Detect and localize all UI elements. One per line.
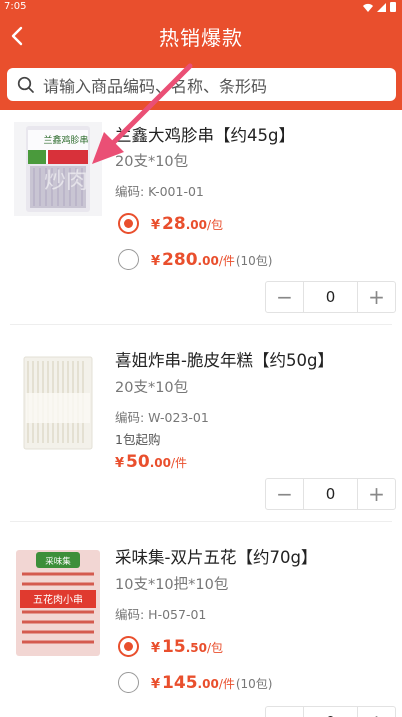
price-option-case[interactable]: ¥ 280 .00 /件 (10包) (118, 249, 273, 270)
price: ¥ 28 .00 /包 (151, 214, 223, 234)
product-card[interactable]: 兰鑫鸡胗串 炒肉 兰鑫大鸡胗串【约45g】 20支*10包 编码: K-001-… (0, 110, 402, 325)
price-currency: ¥ (151, 640, 161, 656)
price-decimal: .00 (149, 456, 171, 470)
price-decimal: .00 (185, 217, 207, 232)
price-integer: 15 (162, 636, 186, 657)
price-unit: /件 (218, 253, 235, 268)
price-option-case[interactable]: ¥ 145 .00 /件 (10包) (118, 672, 273, 693)
quantity-value[interactable]: 0 (304, 479, 357, 509)
price-integer: 28 (162, 213, 186, 234)
decrement-button[interactable]: − (266, 479, 304, 509)
search-bar-container: 请输入商品编码、名称、条形码 (0, 60, 402, 110)
minimum-order: 1包起购 (115, 432, 161, 447)
price-unit: /件 (218, 676, 235, 691)
quantity-value[interactable]: 0 (304, 707, 357, 717)
product-spec: 20支*10包 (115, 380, 189, 396)
status-bar: 7:05 (0, 0, 402, 14)
battery-icon (390, 2, 396, 12)
product-name[interactable]: 喜姐炸串-脆皮年糕【约50g】 (115, 347, 334, 371)
price-option-pack[interactable]: ¥ 15 .50 /包 (118, 636, 223, 657)
radio-selected[interactable] (118, 636, 139, 657)
search-icon (17, 76, 34, 93)
price: ¥ 15 .50 /包 (151, 637, 223, 657)
image-label: 五花肉小串 (33, 593, 83, 606)
price-currency: ¥ (151, 217, 161, 233)
quantity-stepper: − 0 + (265, 706, 396, 717)
app-header: 热销爆款 (0, 14, 402, 60)
image-brand: 采味集 (45, 556, 71, 567)
product-card[interactable]: 采味集 五花肉小串 采味集-双片五花【约70g】 10支*10把*10包 编码:… (0, 522, 402, 717)
radio-unselected[interactable] (118, 672, 139, 693)
price-pack-count: (10包) (235, 676, 273, 691)
search-placeholder: 请输入商品编码、名称、条形码 (43, 76, 268, 96)
product-image-chicken-gizzard[interactable]: 兰鑫鸡胗串 炒肉 (14, 122, 102, 216)
radio-unselected[interactable] (118, 249, 139, 270)
increment-button[interactable]: + (357, 282, 395, 312)
search-input[interactable]: 请输入商品编码、名称、条形码 (7, 68, 396, 101)
product-image-pork-belly[interactable]: 采味集 五花肉小串 (14, 544, 102, 662)
price-unit: /包 (206, 640, 224, 655)
price: ¥ 145 .00 /件 (10包) (151, 673, 273, 693)
product-code: 编码: W-023-01 (115, 410, 209, 425)
quantity-value[interactable]: 0 (304, 282, 357, 312)
increment-button[interactable]: + (357, 707, 395, 717)
quantity-stepper: − 0 + (265, 478, 396, 510)
product-card[interactable]: 喜姐炸串-脆皮年糕【约50g】 20支*10包 编码: W-023-01 1包起… (0, 325, 402, 522)
product-spec: 20支*10包 (115, 154, 189, 170)
price-option-pack[interactable]: ¥ 28 .00 /包 (118, 213, 223, 234)
price-decimal: .50 (185, 640, 207, 655)
price-currency: ¥ (115, 456, 125, 471)
product-code: 编码: K-001-01 (115, 184, 204, 199)
product-name[interactable]: 兰鑫大鸡胗串【约45g】 (115, 122, 295, 146)
price-unit: /包 (206, 217, 224, 232)
price-currency: ¥ (151, 253, 161, 269)
increment-button[interactable]: + (357, 479, 395, 509)
wifi-icon (363, 3, 373, 12)
status-time: 7:05 (4, 1, 27, 12)
price-integer: 50 (126, 452, 150, 472)
price-decimal: .00 (197, 676, 219, 691)
price: ¥ 50 .00 /件 (115, 452, 187, 472)
price-integer: 145 (162, 672, 198, 693)
image-label: 兰鑫鸡胗串 (43, 134, 88, 146)
product-name[interactable]: 采味集-双片五花【约70g】 (115, 544, 317, 568)
product-code: 编码: H-057-01 (115, 607, 207, 622)
status-icons (363, 2, 396, 12)
product-image-rice-cake[interactable] (14, 349, 102, 457)
page-title: 热销爆款 (159, 26, 243, 50)
decrement-button[interactable]: − (266, 282, 304, 312)
image-watermark: 炒肉 (44, 169, 88, 194)
product-spec: 10支*10把*10包 (115, 577, 229, 593)
radio-selected[interactable] (118, 213, 139, 234)
price-decimal: .00 (197, 253, 219, 268)
price-pack-count: (10包) (235, 253, 273, 268)
price-currency: ¥ (151, 676, 161, 692)
decrement-button[interactable]: − (266, 707, 304, 717)
quantity-stepper: − 0 + (265, 281, 396, 313)
price-unit: /件 (170, 456, 188, 470)
price-integer: 280 (162, 249, 198, 270)
signal-icon (377, 2, 386, 12)
price: ¥ 280 .00 /件 (10包) (151, 250, 273, 270)
